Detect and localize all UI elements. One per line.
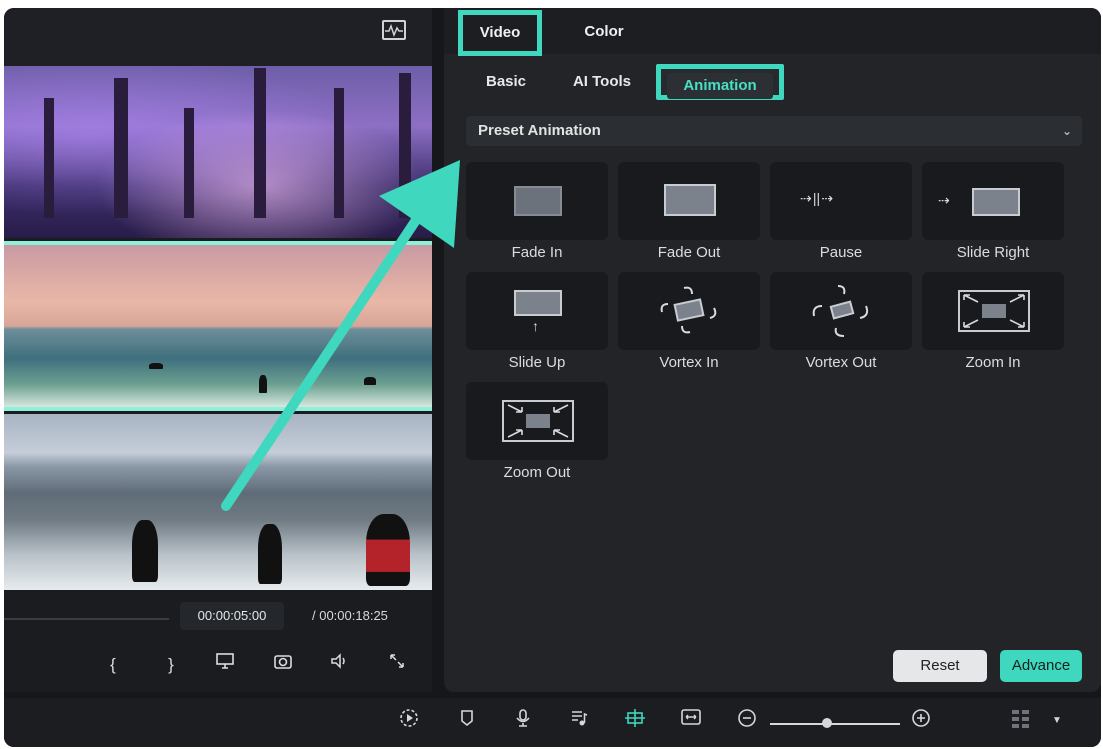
animation-label: Slide Up — [508, 354, 566, 371]
subtab-basic[interactable]: Basic — [476, 64, 536, 100]
player-header — [4, 8, 432, 66]
animation-vortex-in[interactable]: Vortex In — [618, 272, 760, 371]
bottom-toolbar: ▼ — [4, 698, 1101, 747]
properties-panel: Video Color Basic AI Tools Animation Pre… — [444, 8, 1101, 692]
slide-up-icon — [514, 290, 562, 316]
animation-label: Zoom In — [965, 354, 1021, 371]
mark-in-button[interactable]: { — [100, 650, 126, 680]
time-row: 00:00:05:00 / 00:00:18:25 — [4, 602, 432, 632]
fade-out-icon — [664, 184, 716, 216]
arrow-right-icon: ⇢ — [938, 192, 950, 208]
tab-video[interactable]: Video — [458, 10, 542, 56]
chevron-down-icon: ⌄ — [1061, 124, 1072, 138]
animation-pause[interactable]: ⇢ || ⇢ Pause — [770, 162, 912, 261]
animation-fade-in[interactable]: Fade In — [466, 162, 608, 261]
playback-track[interactable] — [4, 618, 169, 620]
fade-in-icon — [514, 186, 562, 216]
editor-window: 00:00:05:00 / 00:00:18:25 { } Video Colo… — [4, 8, 1101, 747]
zoom-out-icon — [502, 400, 574, 442]
animation-label: Pause — [819, 244, 863, 261]
animation-slide-up[interactable]: ↑ Slide Up — [466, 272, 608, 371]
zoom-in-timeline-icon[interactable] — [908, 708, 934, 734]
layout-grid-icon[interactable] — [1008, 708, 1034, 734]
advance-button[interactable]: Advance — [1000, 650, 1082, 682]
zoom-slider-track[interactable] — [770, 723, 900, 725]
pause-icon: ⇢ || ⇢ — [800, 190, 834, 206]
volume-icon[interactable] — [326, 650, 352, 680]
arrow-up-icon: ↑ — [532, 318, 539, 334]
zoom-in-icon — [958, 290, 1030, 332]
sub-tabs: Basic AI Tools Animation — [444, 64, 1101, 102]
animation-label: Vortex In — [659, 354, 719, 371]
display-icon[interactable] — [212, 650, 238, 680]
render-preview-icon[interactable] — [396, 708, 422, 734]
animation-zoom-out[interactable]: Zoom Out — [466, 382, 608, 481]
video-clip-lake — [4, 414, 432, 590]
audio-list-icon[interactable] — [566, 708, 592, 734]
preset-animation-dropdown[interactable]: Preset Animation ⌄ — [466, 116, 1082, 146]
vortex-out-icon — [812, 285, 869, 337]
waveform-icon[interactable] — [382, 20, 406, 40]
animation-zoom-in[interactable]: Zoom In — [922, 272, 1064, 371]
snapshot-icon[interactable] — [270, 650, 296, 680]
animation-label: Fade Out — [657, 244, 721, 261]
zoom-slider-handle[interactable] — [822, 718, 832, 728]
animation-label: Fade In — [511, 244, 563, 261]
microphone-icon[interactable] — [510, 708, 536, 734]
ai-effect-icon[interactable] — [622, 708, 648, 734]
fullscreen-icon[interactable] — [384, 650, 410, 680]
video-clip-surf — [4, 241, 432, 411]
subtab-animation-label: Animation — [667, 73, 773, 99]
animation-label: Zoom Out — [503, 464, 571, 481]
vortex-in-icon — [660, 286, 717, 334]
total-time: / 00:00:18:25 — [312, 608, 388, 623]
player-controls: { } — [4, 650, 432, 680]
tab-color[interactable]: Color — [574, 16, 634, 48]
fit-icon[interactable] — [678, 708, 704, 734]
main-tabs: Video Color — [444, 8, 1101, 56]
current-time[interactable]: 00:00:05:00 — [180, 602, 284, 630]
slide-right-icon — [972, 188, 1020, 216]
preview-player: 00:00:05:00 / 00:00:18:25 { } — [4, 8, 432, 692]
animation-label: Vortex Out — [805, 354, 877, 371]
subtab-animation[interactable]: Animation — [656, 64, 784, 100]
reset-button[interactable]: Reset — [893, 650, 987, 682]
animation-vortex-out[interactable]: Vortex Out — [770, 272, 912, 371]
zoom-out-timeline-icon[interactable] — [734, 708, 760, 734]
mark-out-button[interactable]: } — [158, 650, 184, 680]
video-clip-forest — [4, 66, 432, 238]
subtab-ai-tools[interactable]: AI Tools — [562, 64, 642, 100]
marker-icon[interactable] — [454, 708, 480, 734]
preset-label: Preset Animation — [478, 122, 601, 139]
caret-down-icon[interactable]: ▼ — [1044, 708, 1070, 734]
animation-label: Slide Right — [956, 244, 1030, 261]
animation-slide-right[interactable]: ⇢ Slide Right — [922, 162, 1064, 261]
animation-fade-out[interactable]: Fade Out — [618, 162, 760, 261]
